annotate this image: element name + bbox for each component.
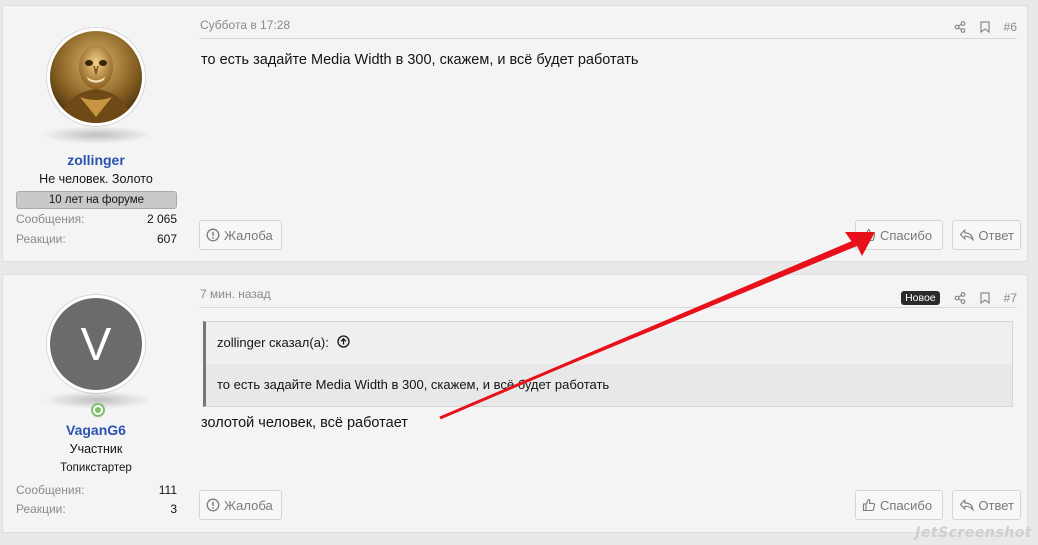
post-body: золотой человек, всё работает (201, 415, 408, 431)
golden-figure-avatar-image (50, 31, 142, 123)
quote-header[interactable]: zollinger сказал(а): (206, 322, 1012, 364)
avatar[interactable] (47, 28, 145, 126)
quote-block: zollinger сказал(а): то есть задайте Med… (203, 321, 1013, 407)
report-label: Жалоба (224, 227, 273, 243)
post-main: Суббота в 17:28 #6 то есть задайте Media… (199, 6, 1021, 261)
stat-value: 3 (170, 502, 177, 516)
alert-circle-icon (206, 498, 220, 512)
reply-icon (959, 498, 974, 512)
report-button[interactable]: Жалоба (199, 490, 282, 520)
stat-label: Реакции: (16, 232, 66, 246)
post-main: 7 мин. назад Новое #7 zollinger сказал(а… (199, 275, 1021, 532)
like-label: Спасибо (880, 497, 933, 513)
reply-label: Ответ (978, 497, 1014, 513)
reply-button[interactable]: Ответ (952, 220, 1021, 250)
post-body: то есть задайте Media Width в 300, скаже… (201, 52, 639, 68)
username[interactable]: zollinger (3, 152, 189, 168)
avatar[interactable]: V (47, 295, 145, 393)
report-label: Жалоба (224, 497, 273, 513)
reply-label: Ответ (978, 227, 1014, 243)
user-title: Не человек. Золото (39, 172, 153, 186)
user-subtitle: Топикстартер (60, 462, 132, 474)
reply-button[interactable]: Ответ (952, 490, 1021, 520)
user-cell: V VaganG6 Участник Топикстартер Сообщени… (3, 275, 189, 532)
watermark: JetScreenshot (915, 525, 1032, 541)
new-badge: Новое (901, 291, 940, 305)
post-divider (199, 38, 1017, 39)
stat-value: 111 (158, 483, 177, 497)
stat-value: 2 065 (146, 212, 177, 226)
post-tools: Новое #7 (901, 291, 1017, 305)
thumbs-up-icon (862, 498, 876, 512)
stat-label: Реакции: (16, 502, 66, 516)
share-icon[interactable] (954, 21, 966, 33)
like-button[interactable]: Спасибо (855, 220, 943, 250)
quote-author[interactable]: zollinger сказал(а): (217, 335, 329, 350)
share-icon[interactable] (954, 292, 966, 304)
reply-icon (959, 228, 974, 242)
stat-value: 607 (156, 232, 177, 246)
post-date[interactable]: Суббота в 17:28 (200, 18, 290, 32)
bookmark-icon[interactable] (980, 21, 990, 33)
post-number[interactable]: #6 (1004, 20, 1017, 34)
quote-text: то есть задайте Media Width в 300, скаже… (206, 364, 1012, 406)
like-label: Спасибо (880, 227, 933, 243)
post-7: V VaganG6 Участник Топикстартер Сообщени… (2, 274, 1028, 533)
post-tools: #6 (954, 20, 1017, 34)
stat-messages: Сообщения: 111 (16, 483, 177, 501)
post-6: zollinger Не человек. Золото 10 лет на ф… (2, 5, 1028, 262)
avatar-letter: V (50, 298, 142, 390)
post-date[interactable]: 7 мин. назад (200, 287, 271, 301)
bookmark-icon[interactable] (980, 292, 990, 304)
arrow-up-circle-icon[interactable] (337, 335, 350, 348)
stat-reactions: Реакции: 607 (16, 232, 177, 250)
stat-label: Сообщения: (16, 483, 85, 497)
user-title: Участник (69, 442, 123, 456)
report-button[interactable]: Жалоба (199, 220, 282, 250)
stat-messages: Сообщения: 2 065 (16, 212, 177, 230)
avatar-shadow (41, 126, 153, 144)
post-divider (199, 307, 1017, 308)
stat-reactions: Реакции: 3 (16, 502, 177, 520)
post-number[interactable]: #7 (1004, 291, 1017, 305)
online-status-icon (91, 403, 105, 417)
thumbs-up-icon (862, 228, 876, 242)
alert-circle-icon (206, 228, 220, 242)
like-button[interactable]: Спасибо (855, 490, 943, 520)
user-banner: 10 лет на форуме (16, 191, 177, 209)
user-cell: zollinger Не человек. Золото 10 лет на ф… (3, 6, 189, 261)
stat-label: Сообщения: (16, 212, 85, 226)
username[interactable]: VaganG6 (3, 422, 189, 438)
